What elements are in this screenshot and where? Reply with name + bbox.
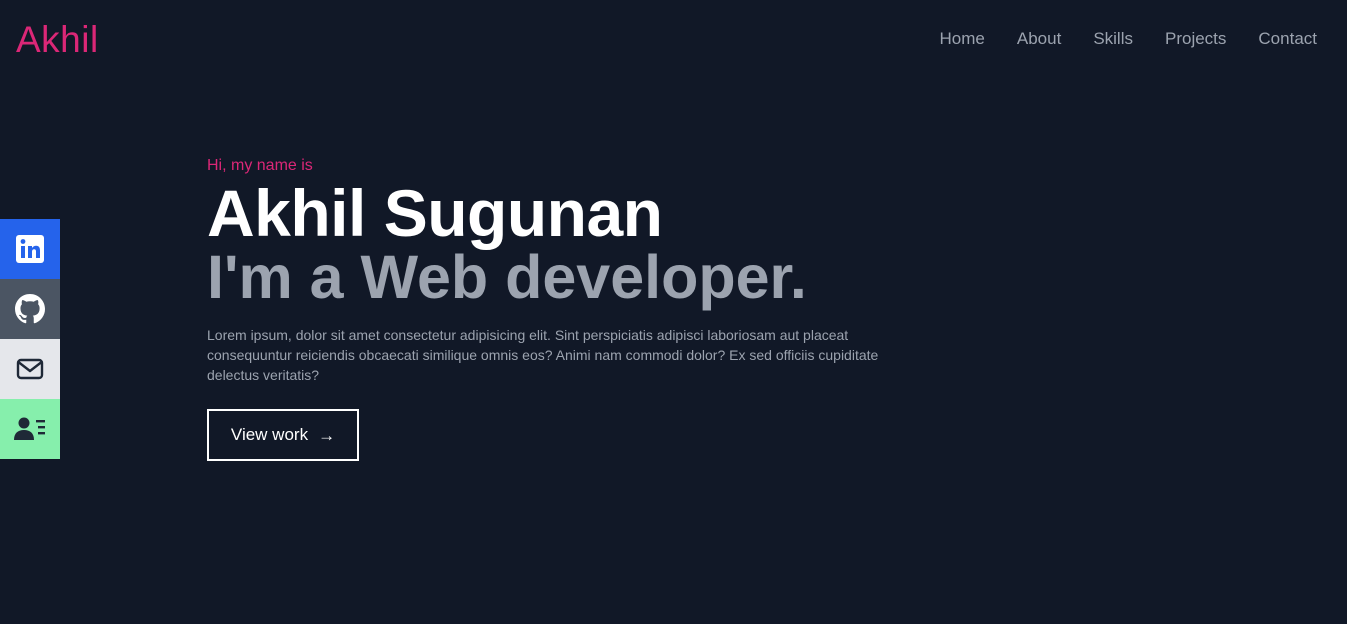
hero-description: Lorem ipsum, dolor sit amet consectetur … <box>207 327 879 383</box>
resume-icon <box>14 417 45 440</box>
github-icon <box>15 294 45 324</box>
greeting-text: Hi, my name is <box>207 157 313 174</box>
nav-about-link[interactable]: About <box>1017 28 1061 50</box>
nav-projects-link[interactable]: Projects <box>1165 28 1226 50</box>
logo-link[interactable]: Akhil <box>16 18 99 62</box>
nav-contact-link[interactable]: Contact <box>1258 28 1317 50</box>
hero-role: I'm a Web developer. <box>207 243 807 311</box>
site-header: Akhil Home About Skills Projects Contact <box>0 0 1347 80</box>
hero-name: Akhil Sugunan <box>207 176 663 250</box>
arrow-right-icon: → <box>318 425 336 445</box>
mail-icon <box>16 358 44 380</box>
hero-section: Hi, my name is Akhil Sugunan I'm a Web d… <box>207 155 927 461</box>
github-link[interactable] <box>0 279 60 339</box>
view-work-label: View work <box>230 425 309 444</box>
view-work-button[interactable]: View work → <box>207 409 359 461</box>
email-link[interactable] <box>0 339 60 399</box>
nav-skills-link[interactable]: Skills <box>1093 28 1133 50</box>
linkedin-link[interactable] <box>0 219 60 279</box>
main-nav: Home About Skills Projects Contact <box>940 28 1317 50</box>
linkedin-icon <box>16 235 44 263</box>
nav-home-link[interactable]: Home <box>940 28 985 50</box>
social-sidebar <box>0 219 60 459</box>
resume-link[interactable] <box>0 399 60 459</box>
page: Akhil Home About Skills Projects Contact <box>0 0 1347 624</box>
